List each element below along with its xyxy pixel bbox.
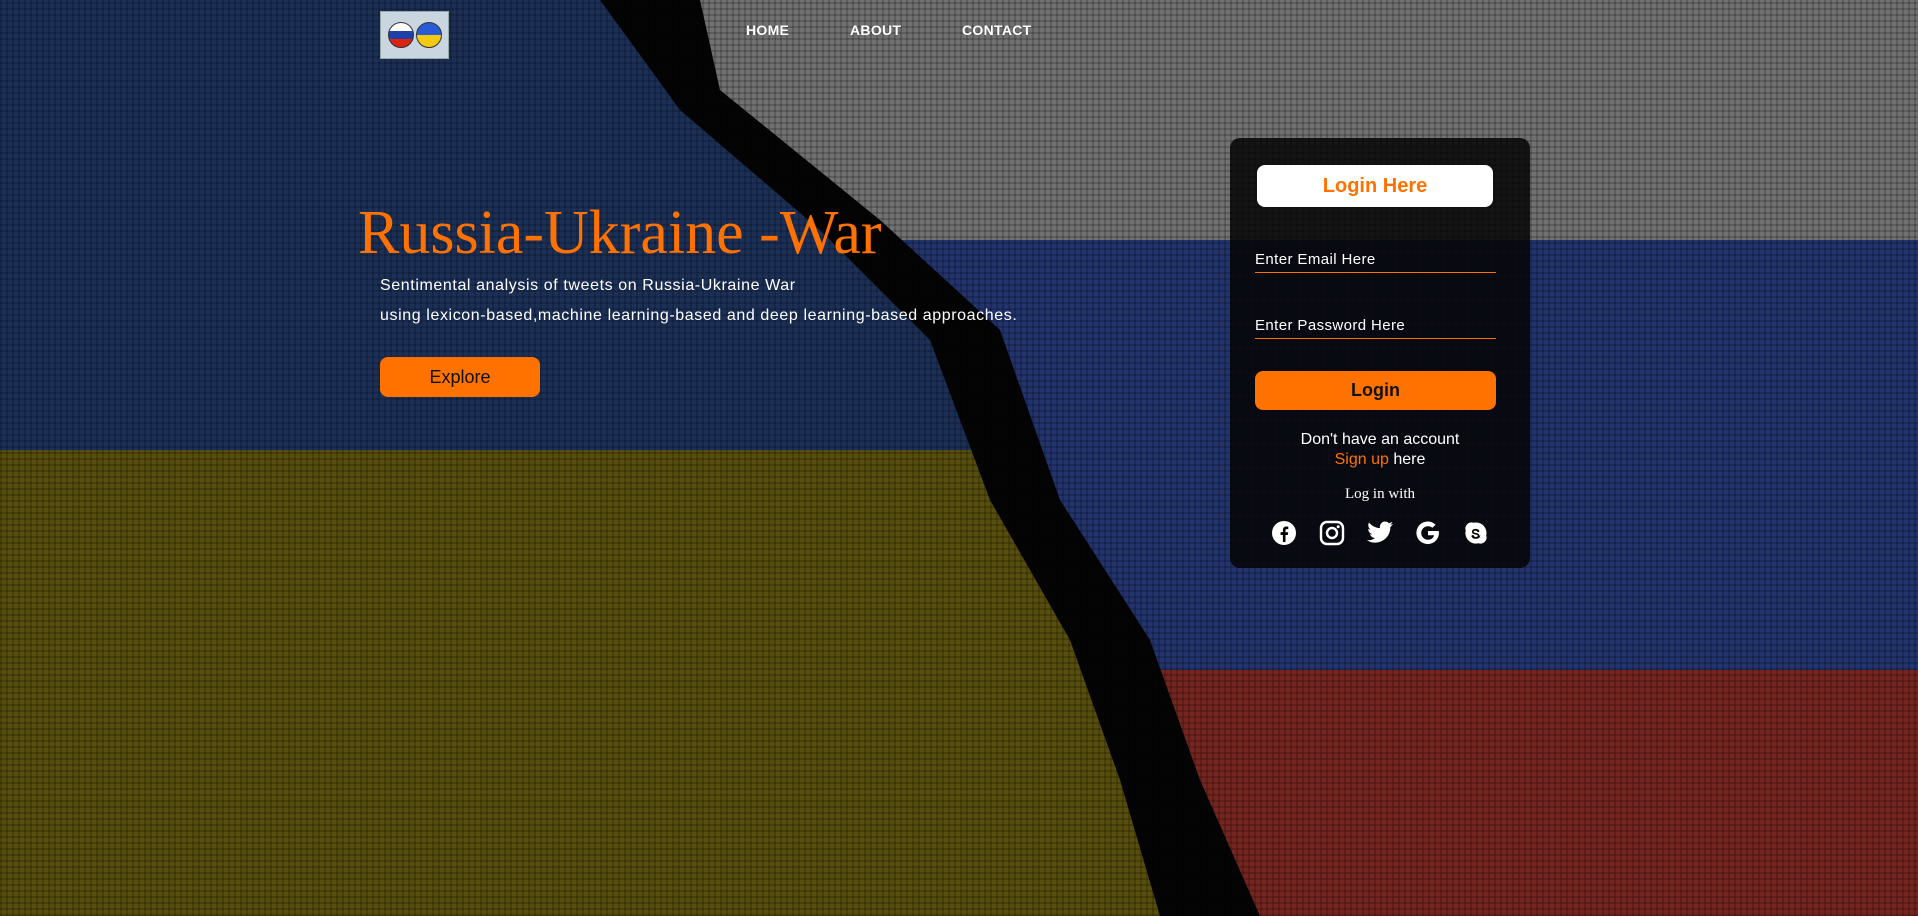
nav-home[interactable]: HOME <box>746 22 789 38</box>
login-button[interactable]: Login <box>1255 371 1496 410</box>
nav-about[interactable]: ABOUT <box>850 22 901 38</box>
password-field[interactable] <box>1255 312 1496 339</box>
nav-contact[interactable]: CONTACT <box>962 22 1032 38</box>
facebook-icon[interactable] <box>1270 519 1298 547</box>
explore-button[interactable]: Explore <box>380 357 540 397</box>
signup-suffix: here <box>1388 451 1426 468</box>
instagram-icon[interactable] <box>1318 519 1346 547</box>
hero-description-line-1: Sentimental analysis of tweets on Russia… <box>380 277 796 294</box>
google-icon[interactable] <box>1414 519 1442 547</box>
russia-ball-icon <box>387 22 414 48</box>
signup-link[interactable]: Sign up <box>1335 451 1389 468</box>
no-account-text: Don't have an account <box>1300 431 1460 448</box>
hero-description-line-2: using lexicon-based,machine learning-bas… <box>380 307 1018 324</box>
login-panel-title: Login Here <box>1257 165 1493 207</box>
twitter-icon[interactable] <box>1366 519 1394 547</box>
login-panel: Login Here Login Don't have an account S… <box>1230 138 1530 568</box>
skype-icon[interactable] <box>1462 519 1490 547</box>
site-logo[interactable] <box>380 11 449 59</box>
ukraine-ball-icon <box>415 22 442 48</box>
background-image <box>0 0 1918 916</box>
social-login-icons <box>1270 519 1490 547</box>
email-field[interactable] <box>1255 246 1496 273</box>
hero-title: Russia-Ukraine -War <box>358 199 882 267</box>
login-with-label: Log in with <box>1345 486 1415 502</box>
signup-line: Sign up here <box>1230 451 1530 469</box>
